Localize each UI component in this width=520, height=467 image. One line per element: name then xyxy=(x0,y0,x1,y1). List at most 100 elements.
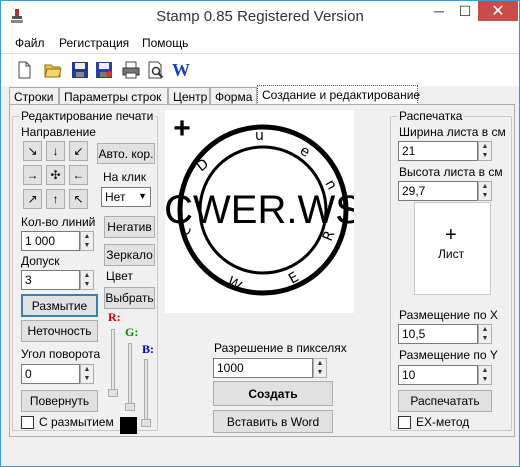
red-slider-thumb[interactable] xyxy=(108,389,118,397)
spin-down-icon[interactable]: ▼ xyxy=(314,368,326,377)
tab-center[interactable]: Центр xyxy=(168,87,210,105)
green-slider-track[interactable] xyxy=(128,343,132,405)
spin-up-icon[interactable]: ▲ xyxy=(479,366,491,375)
menu-bar: Файл Регистрация Помощь xyxy=(1,32,519,54)
tolerance-label: Допуск xyxy=(21,254,60,268)
blue-slider-track[interactable] xyxy=(144,359,148,421)
print-group-title: Распечатка xyxy=(397,109,465,123)
mirror-button[interactable]: Зеркало xyxy=(104,244,155,266)
save-icon[interactable] xyxy=(71,61,89,79)
close-button[interactable]: ✕ xyxy=(478,1,518,21)
word-icon[interactable]: W xyxy=(172,60,192,80)
maximize-button[interactable]: ☐ xyxy=(452,1,478,21)
new-file-icon[interactable] xyxy=(15,61,33,79)
resolution-value: 1000 xyxy=(217,361,244,375)
on-click-value: Нет xyxy=(105,190,126,204)
arrow-up-right-button[interactable]: ↗ xyxy=(23,189,42,209)
spin-up-icon[interactable]: ▲ xyxy=(314,359,326,368)
arrow-left-button[interactable]: ← xyxy=(69,165,88,185)
spin-down-icon[interactable]: ▼ xyxy=(479,191,491,200)
tab-strip: Строки Параметры строк Центр Форма Созда… xyxy=(9,85,515,105)
print-preview-icon[interactable] xyxy=(147,61,165,79)
create-button[interactable]: Создать xyxy=(213,381,333,406)
add-element-icon[interactable]: + xyxy=(168,114,196,144)
tab-shape[interactable]: Форма xyxy=(210,87,257,105)
sheet-width-label: Ширина листа в см xyxy=(399,125,506,139)
spin-down-icon[interactable]: ▼ xyxy=(81,374,93,383)
blue-slider-thumb[interactable] xyxy=(141,419,151,427)
position-y-spinner[interactable]: ▲ ▼ xyxy=(478,365,492,385)
arrow-down-right-button[interactable]: ↘ xyxy=(23,141,42,161)
sheet-height-input[interactable]: 29,7 xyxy=(398,181,478,201)
save-as-icon[interactable] xyxy=(95,61,113,79)
position-y-input[interactable]: 10 xyxy=(398,365,478,385)
sheet-width-input[interactable]: 21 xyxy=(398,141,478,161)
position-x-input[interactable]: 10,5 xyxy=(398,324,478,344)
on-click-label: На клик xyxy=(103,170,147,184)
sheet-center-marker: + xyxy=(445,224,457,246)
spin-up-icon[interactable]: ▲ xyxy=(479,182,491,191)
direction-label: Направление xyxy=(21,125,96,139)
spin-up-icon[interactable]: ▲ xyxy=(479,142,491,151)
blur-button[interactable]: Размытие xyxy=(21,294,98,317)
sheet-width-spinner[interactable]: ▲ ▼ xyxy=(478,141,492,161)
open-folder-icon[interactable] xyxy=(44,61,62,79)
print-icon[interactable] xyxy=(122,61,140,79)
sheet-height-spinner[interactable]: ▲ ▼ xyxy=(478,181,492,201)
spin-up-icon[interactable]: ▲ xyxy=(81,232,93,241)
rotate-button[interactable]: Повернуть xyxy=(21,390,98,412)
arrow-down-button[interactable]: ↓ xyxy=(46,141,65,161)
sheet-height-value: 29,7 xyxy=(402,184,426,198)
menu-file[interactable]: Файл xyxy=(15,36,45,50)
arrow-down-left-button[interactable]: ↙ xyxy=(69,141,88,161)
lines-count-spinner[interactable]: ▲ ▼ xyxy=(80,231,94,251)
rotation-angle-label: Угол поворота xyxy=(21,347,101,361)
insert-to-word-button[interactable]: Вставить в Word xyxy=(213,410,333,433)
green-channel-label: G: xyxy=(125,325,139,339)
rotation-angle-spinner[interactable]: ▲ ▼ xyxy=(80,364,94,384)
sheet-preview: + Лист xyxy=(414,202,491,295)
arrow-up-button[interactable]: ↑ xyxy=(46,189,65,209)
menu-registration[interactable]: Регистрация xyxy=(59,36,129,50)
arrow-up-left-button[interactable]: ↖ xyxy=(69,189,88,209)
lines-count-input[interactable]: 1 000 xyxy=(21,231,80,251)
tab-create-edit[interactable]: Создание и редактирование xyxy=(257,85,420,105)
with-blur-label: С размытием xyxy=(39,415,114,429)
tolerance-input[interactable]: 3 xyxy=(21,270,80,290)
spin-down-icon[interactable]: ▼ xyxy=(81,241,93,250)
tab-line-params[interactable]: Параметры строк xyxy=(59,87,168,105)
green-slider-thumb[interactable] xyxy=(125,403,135,411)
sheet-label: Лист xyxy=(438,247,465,261)
tab-lines[interactable]: Строки xyxy=(9,87,59,105)
spin-up-icon[interactable]: ▲ xyxy=(81,365,93,374)
spin-down-icon[interactable]: ▼ xyxy=(479,151,491,160)
on-click-select[interactable]: Нет ▼ xyxy=(101,187,151,207)
minimize-button[interactable]: ─ xyxy=(426,1,452,21)
print-button[interactable]: Распечатать xyxy=(398,390,492,412)
color-swatch xyxy=(120,417,137,434)
stamp-letter-u: u xyxy=(255,128,264,144)
negative-button[interactable]: Негатив xyxy=(104,216,155,238)
spin-down-icon[interactable]: ▼ xyxy=(479,375,491,384)
tolerance-spinner[interactable]: ▲ ▼ xyxy=(80,270,94,290)
arrow-right-button[interactable]: → xyxy=(23,165,42,185)
inaccuracy-button[interactable]: Неточность xyxy=(21,320,98,342)
spin-down-icon[interactable]: ▼ xyxy=(81,280,93,289)
with-blur-checkbox[interactable] xyxy=(21,416,34,429)
resolution-spinner[interactable]: ▲ ▼ xyxy=(313,358,327,378)
choose-color-button[interactable]: Выбрать xyxy=(104,287,155,309)
center-move-button[interactable]: ✣ xyxy=(46,165,65,185)
spin-down-icon[interactable]: ▼ xyxy=(479,334,491,343)
sheet-width-value: 21 xyxy=(402,144,416,158)
rotation-angle-input[interactable]: 0 xyxy=(21,364,80,384)
red-channel-label: R: xyxy=(108,310,121,324)
menu-help[interactable]: Помощь xyxy=(142,36,188,50)
spin-up-icon[interactable]: ▲ xyxy=(81,271,93,280)
position-x-spinner[interactable]: ▲ ▼ xyxy=(478,324,492,344)
resolution-input[interactable]: 1000 xyxy=(213,358,313,378)
red-slider-track[interactable] xyxy=(111,329,115,391)
auto-correct-button[interactable]: Авто. кор. xyxy=(97,143,155,164)
chevron-down-icon: ▼ xyxy=(138,191,147,201)
ex-method-checkbox[interactable] xyxy=(398,416,411,429)
spin-up-icon[interactable]: ▲ xyxy=(479,325,491,334)
